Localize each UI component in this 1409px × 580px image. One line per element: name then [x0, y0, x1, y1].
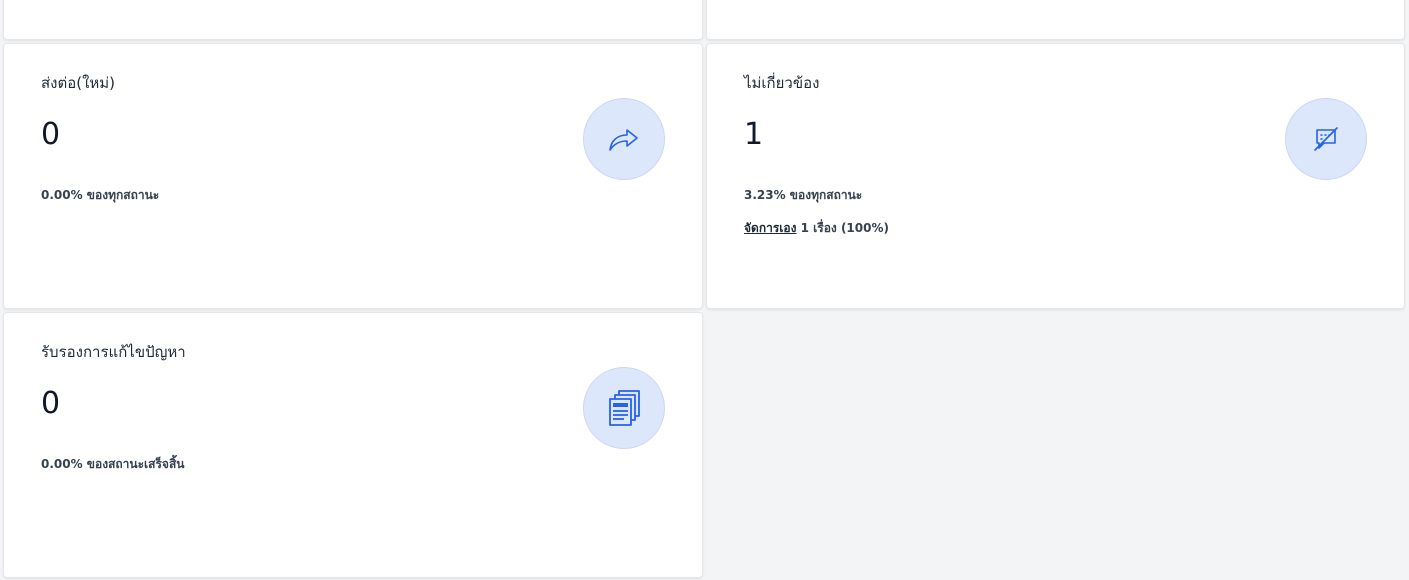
card-count: 1	[744, 117, 764, 152]
previous-card-right	[706, 0, 1405, 40]
card-title: รับรองการแก้ไขปัญหา	[41, 343, 186, 361]
card-title: ไม่เกี่ยวข้อง	[744, 74, 820, 92]
card-title: ส่งต่อ(ใหม่)	[41, 74, 116, 92]
irrelevant-card: ไม่เกี่ยวข้อง 1 3.23% ของทุกสถานะ จัดการ…	[706, 43, 1405, 309]
card-count: 0	[41, 117, 61, 152]
previous-card-left	[3, 0, 703, 40]
documents-icon-badge	[583, 367, 665, 449]
forward-arrow-icon	[609, 129, 638, 151]
documents-icon	[609, 390, 640, 426]
approve-solution-card: รับรองการแก้ไขปัญหา 0 0.00% ของสถานะเสร็…	[3, 312, 703, 578]
comment-off-icon	[1314, 127, 1338, 151]
self-handled-detail: จัดการเอง 1 เรื่อง (100%)	[744, 219, 889, 238]
forwarded-new-card: ส่งต่อ(ใหม่) 0 0.00% ของทุกสถานะ	[3, 43, 703, 309]
comment-off-icon-badge	[1285, 98, 1367, 180]
forward-icon-badge	[583, 98, 665, 180]
self-handled-link[interactable]: จัดการเอง	[744, 221, 796, 235]
card-percent: 0.00% ของสถานะเสร็จสิ้น	[41, 457, 185, 471]
self-handled-count: 1 เรื่อง (100%)	[796, 221, 889, 235]
card-percent: 3.23% ของทุกสถานะ	[744, 188, 863, 202]
card-percent: 0.00% ของทุกสถานะ	[41, 188, 160, 202]
card-count: 0	[41, 386, 61, 421]
